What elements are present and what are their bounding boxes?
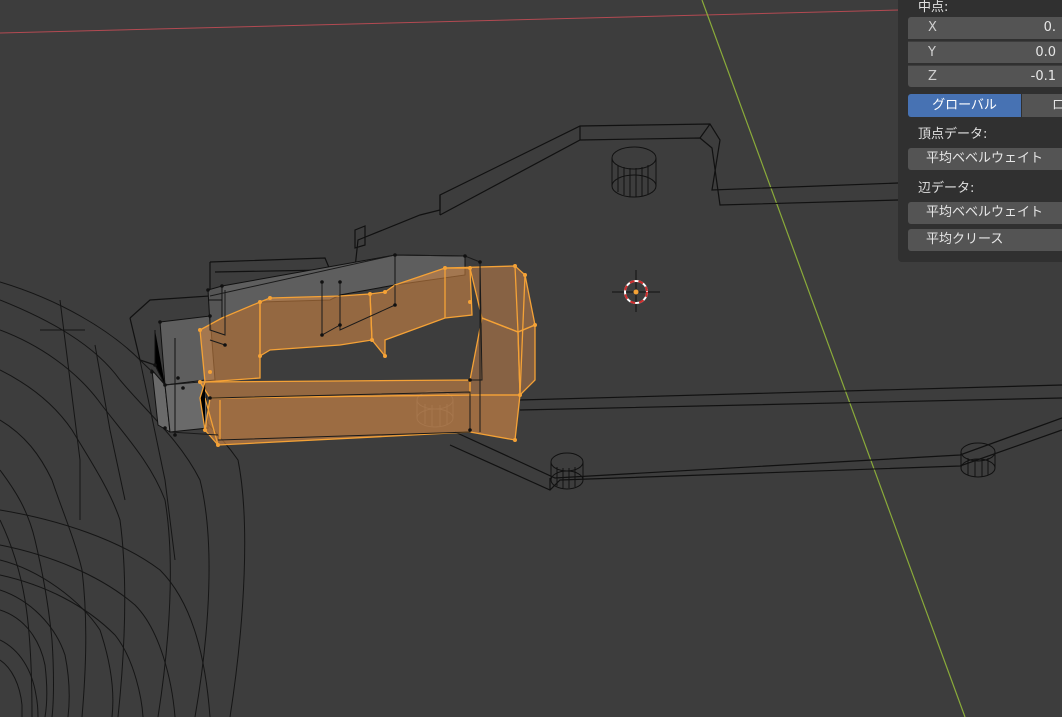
edge-data-label: 辺データ: xyxy=(918,181,975,196)
median-x-value: 0. xyxy=(1043,20,1056,35)
axis-z-label: Z xyxy=(928,69,937,84)
x-axis-line xyxy=(0,9,901,34)
vertex-bevel-weight-field[interactable]: 平均ベベルウェイト xyxy=(908,148,1062,170)
median-x-field[interactable]: X 0. xyxy=(908,17,1062,39)
local-space-button[interactable]: ロ xyxy=(1022,94,1062,117)
global-space-button[interactable]: グローバル xyxy=(908,94,1021,117)
axis-x-label: X xyxy=(928,20,937,35)
median-y-field[interactable]: Y 0.0 xyxy=(908,41,1062,63)
median-z-field[interactable]: Z -0.1 xyxy=(908,65,1062,87)
3d-cursor-icon[interactable] xyxy=(612,270,660,312)
vertex-data-label: 頂点データ: xyxy=(918,127,988,142)
edge-bevel-weight-field[interactable]: 平均ベベルウェイト xyxy=(908,202,1062,224)
transform-sidebar: 中点: X 0. Y 0.0 Z -0.1 グローバル ロ 頂点データ: 平均ベ… xyxy=(898,0,1062,262)
axis-y-label: Y xyxy=(928,45,936,60)
median-z-value: -0.1 xyxy=(1030,69,1056,84)
median-y-value: 0.0 xyxy=(1035,45,1056,60)
transform-space-toggle: グローバル ロ xyxy=(908,94,1062,117)
edge-crease-field[interactable]: 平均クリース xyxy=(908,229,1062,251)
median-label: 中点: xyxy=(918,0,949,15)
